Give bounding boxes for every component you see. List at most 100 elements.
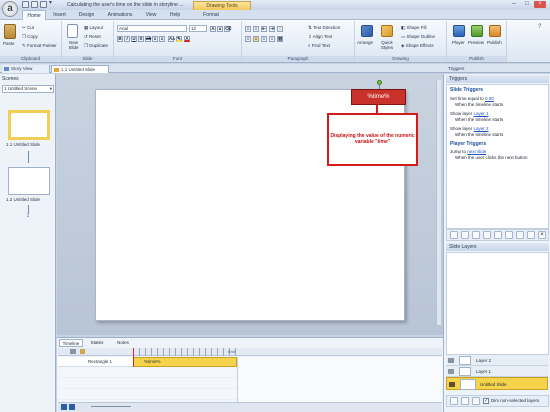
minimize-icon[interactable]: – (508, 1, 520, 8)
numbering-icon[interactable]: ≡ (253, 26, 259, 32)
align-left-icon[interactable]: ≡ (245, 36, 251, 42)
clipboard-group-label: Clipboard (0, 56, 61, 62)
slide-thumbnail-1[interactable] (8, 110, 50, 140)
layout-button[interactable]: ▦ Layout (84, 25, 103, 31)
increase-indent-icon[interactable]: ⇥ (269, 26, 275, 32)
delete-trigger-icon[interactable] (527, 231, 535, 239)
copy-trigger-icon[interactable] (472, 231, 480, 239)
zoom-slider[interactable] (91, 406, 131, 407)
triggers-panel: Slide Triggers Set time equal to 0.00 Wh… (446, 84, 549, 229)
time-variable-textbox[interactable]: %time% (351, 89, 406, 105)
underline-icon[interactable]: U (131, 36, 137, 42)
align-right-icon[interactable]: ≡ (261, 36, 267, 42)
states-tab[interactable]: States (86, 339, 108, 347)
shape-fill-button[interactable]: ◧ Shape Fill (401, 25, 427, 31)
paste-button[interactable]: Paste (3, 41, 15, 46)
slide-link-line-2 (28, 205, 29, 213)
clear-format-icon[interactable]: ⌫ (224, 26, 231, 32)
cut-button[interactable]: ✂ Cut (22, 25, 34, 31)
close-trigger-icon[interactable]: × (538, 231, 546, 239)
superscript-icon[interactable]: x (159, 36, 165, 42)
app-logo-button[interactable]: a (2, 1, 18, 17)
highlight-icon[interactable]: ✎ (176, 36, 182, 42)
format-painter-button[interactable]: ✎ Format Painter (22, 43, 57, 49)
bullets-icon[interactable]: ≡ (245, 26, 251, 32)
move-up-icon[interactable] (505, 231, 513, 239)
arrange-button[interactable]: Arrange (357, 40, 373, 45)
player-trigger-1-link[interactable]: next slide (467, 149, 486, 154)
tab-view[interactable]: View (142, 10, 160, 20)
quick-styles-button[interactable]: Quick Styles (378, 40, 396, 50)
notes-tab[interactable]: Notes (112, 339, 134, 347)
reset-button[interactable]: ↺ Reset (84, 34, 101, 40)
customize-quick-access-icon[interactable]: ▾ (49, 0, 56, 8)
undo-icon[interactable] (31, 1, 38, 8)
shrink-font-icon[interactable]: a (217, 26, 223, 32)
font-size-select[interactable]: 12 (189, 25, 207, 32)
trigger-1-link[interactable]: 0.00 (485, 96, 494, 101)
base-layer-row[interactable]: Untitled Slide (446, 377, 548, 390)
story-view-tab[interactable]: Story View (2, 65, 50, 73)
help-icon[interactable]: ? (538, 24, 541, 30)
timeline-tab[interactable]: Timeline (59, 339, 83, 347)
slide-tab[interactable]: 1.1 Untitled Slide (51, 65, 109, 73)
layer-name: Layer 1 (476, 369, 492, 374)
font-name-select[interactable]: Arial (117, 25, 187, 32)
play-icon[interactable] (61, 404, 67, 410)
align-text-button[interactable]: ⇳ Align Text (308, 34, 332, 40)
trigger-2-link[interactable]: Layer 1 (474, 111, 489, 116)
columns-icon[interactable]: ▥ (277, 36, 283, 42)
trigger-3-link[interactable]: Layer 2 (474, 126, 489, 131)
subscript-icon[interactable]: x (152, 36, 158, 42)
align-center-icon[interactable]: ≡ (253, 36, 259, 42)
layer-row[interactable]: Layer 2 (446, 355, 548, 366)
new-layer-icon[interactable] (450, 397, 458, 405)
strikethrough-icon[interactable]: ab (145, 36, 151, 42)
player-button[interactable]: Player (452, 40, 465, 45)
tab-help[interactable]: Help (166, 10, 184, 20)
redo-icon[interactable] (40, 1, 47, 8)
stage-vertical-scrollbar[interactable] (436, 80, 441, 325)
move-down-icon[interactable] (516, 231, 524, 239)
save-icon[interactable] (22, 1, 29, 8)
cut-trigger-icon[interactable] (494, 231, 502, 239)
edit-trigger-icon[interactable] (461, 231, 469, 239)
tab-design[interactable]: Design (75, 10, 98, 20)
new-slide-button[interactable]: New Slide (66, 40, 81, 50)
change-case-icon[interactable]: Aa (168, 36, 175, 42)
duplicate-layer-icon[interactable] (461, 397, 469, 405)
tab-animations[interactable]: Animations (104, 10, 136, 20)
font-color-icon[interactable]: A (184, 36, 190, 42)
timeline-row-bar[interactable]: %time% (133, 357, 237, 367)
duplicate-button[interactable]: ❐ Duplicate (84, 43, 108, 49)
new-trigger-icon[interactable] (450, 231, 458, 239)
dim-layers-checkbox[interactable]: ✓ (483, 398, 489, 404)
paste-trigger-icon[interactable] (483, 231, 491, 239)
layer-thumbnail (459, 367, 471, 376)
copy-button[interactable]: ❐ Copy (22, 34, 38, 40)
tab-format[interactable]: Format (198, 10, 224, 20)
maximize-icon[interactable]: □ (521, 1, 533, 8)
shadow-icon[interactable]: S (138, 36, 144, 42)
shape-outline-button[interactable]: ▭ Shape Outline (401, 34, 435, 40)
preview-button[interactable]: Preview (468, 40, 484, 45)
grow-font-icon[interactable]: A (210, 26, 216, 32)
stop-icon[interactable] (69, 404, 75, 410)
decrease-indent-icon[interactable]: ⇤ (261, 26, 267, 32)
tab-insert[interactable]: Insert (49, 10, 70, 20)
bold-icon[interactable]: B (117, 36, 123, 42)
close-icon[interactable]: × (534, 1, 546, 8)
find-text-button[interactable]: ⌕ Find Text (308, 43, 330, 48)
layer-row[interactable]: Layer 1 (446, 366, 548, 377)
line-spacing-icon[interactable]: ↕ (277, 26, 283, 32)
publish-button[interactable]: Publish (487, 40, 502, 45)
italic-icon[interactable]: I (124, 36, 130, 42)
delete-layer-icon[interactable] (472, 397, 480, 405)
tab-home[interactable]: Home (22, 10, 46, 20)
shape-effects-button[interactable]: ◈ Shape Effects (401, 43, 434, 49)
story-view-icon (4, 67, 9, 71)
justify-icon[interactable]: ≡ (269, 36, 275, 42)
text-direction-button[interactable]: ⇅ Text Direction (308, 25, 340, 31)
scene-select[interactable]: 1 Untitled Scene ▾ (2, 85, 54, 93)
slide-thumbnail-2[interactable] (8, 167, 50, 195)
